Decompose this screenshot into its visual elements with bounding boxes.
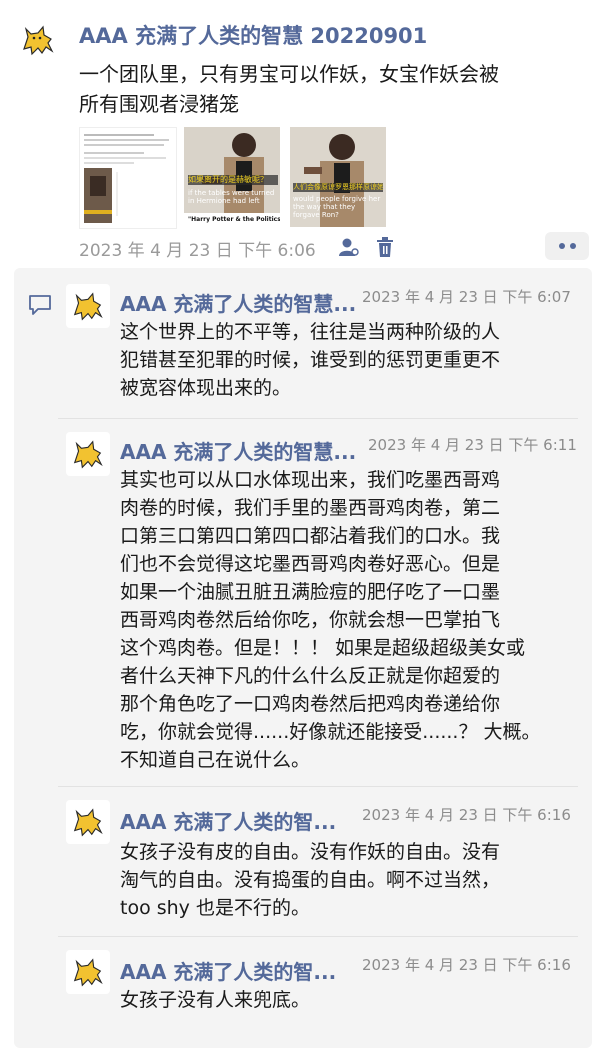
post-author[interactable]: AAA 充满了人类的智慧 20220901 — [79, 20, 427, 50]
post-image-2[interactable]: 如果离开的是赫敏呢？ if the tables were turned in … — [184, 127, 280, 227]
image-3-caption-cn: 人们会像原谅罗恩那样原谅她吗？ — [293, 183, 383, 192]
comment-time: 2023 年 4 月 23 日 下午 6:11 — [368, 436, 577, 454]
comment-author[interactable]: AAA 充满了人类的智慧... — [120, 288, 355, 317]
post-text-line2: 所有围观者浸猪笼 — [79, 92, 239, 116]
comment-line: 们也不会觉得这坨墨西哥鸡肉卷好恶心。但是 — [120, 553, 501, 575]
image-2-caption-cn: 如果离开的是赫敏呢？ — [188, 175, 278, 185]
comment-divider — [58, 418, 578, 419]
post-avatar[interactable] — [16, 18, 60, 62]
comment-line: 其实也可以从口水体现出来，我们吃墨西哥鸡 — [120, 469, 501, 491]
more-dots-icon[interactable] — [545, 232, 589, 260]
comment-line: 吃，你就会觉得......好像就还能接受......？ 大概。 — [120, 721, 541, 743]
comment-author[interactable]: AAA 充满了人类的智... — [120, 956, 355, 985]
article-screenshot-image — [84, 134, 169, 223]
comment-body: 女孩子没有皮的自由。没有作妖的自由。没有 淘气的自由。没有捣蛋的自由。啊不过当然… — [120, 838, 500, 922]
comment-line: 被宽容体现出来的。 — [120, 377, 292, 399]
trash-icon[interactable] — [374, 236, 396, 258]
comment-body: 这个世界上的不平等，往往是当两种阶级的人 犯错甚至犯罪的时候，谁受到的惩罚更重更… — [120, 318, 500, 402]
comment-time: 2023 年 4 月 23 日 下午 6:16 — [362, 806, 571, 824]
image-2-footer: "Harry Potter & the Politics of — [188, 216, 280, 223]
comment-bubble-icon — [28, 294, 52, 316]
comment-line: 肉卷的时候，我们手里的墨西哥鸡肉卷，第二 — [120, 497, 501, 519]
post-timestamp: 2023 年 4 月 23 日 下午 6:06 — [79, 241, 316, 261]
comment-avatar[interactable] — [66, 284, 110, 328]
comment-line: 者什么天神下凡的什么什么反正就是你超爱的 — [120, 665, 501, 687]
comment-author[interactable]: AAA 充满了人类的智慧... — [120, 436, 365, 465]
comment-author[interactable]: AAA 充满了人类的智... — [120, 806, 355, 835]
image-3-caption: would people forgive her the way that th… — [293, 195, 381, 219]
comment-divider — [58, 786, 578, 787]
comment-line: too shy 也是不行的。 — [120, 897, 310, 919]
comment-line: 这个鸡肉卷。但是！！！ 如果是超级超级美女或 — [120, 637, 526, 659]
comment-line: 犯错甚至犯罪的时候，谁受到的惩罚更重更不 — [120, 349, 501, 371]
comment-line: 西哥鸡肉卷然后给你吃，你就会想一巴掌拍飞 — [120, 609, 501, 631]
comment-body: 其实也可以从口水体现出来，我们吃墨西哥鸡 肉卷的时候，我们手里的墨西哥鸡肉卷，第… — [120, 466, 541, 774]
user-mention-icon[interactable] — [338, 236, 360, 258]
comment-line: 如果一个油腻丑脏丑满脸痘的肥仔吃了一口墨 — [120, 581, 501, 603]
post-text-line1: 一个团队里，只有男宝可以作妖，女宝作妖会被 — [79, 62, 499, 86]
comment-line: 这个世界上的不平等，往往是当两种阶级的人 — [120, 321, 501, 343]
comment-line: 那个角色吃了一口鸡肉卷然后把鸡肉卷递给你 — [120, 693, 501, 715]
comment-time: 2023 年 4 月 23 日 下午 6:16 — [362, 956, 571, 974]
post-image-3[interactable]: 人们会像原谅罗恩那样原谅她吗？ would people forgive her… — [290, 127, 386, 227]
post-image-1[interactable] — [79, 127, 177, 229]
comment-line: 女孩子没有人来兜底。 — [120, 989, 311, 1011]
comment-body: 女孩子没有人来兜底。 — [120, 986, 310, 1014]
comment-line: 不知道自己在说什么。 — [120, 749, 311, 771]
comment-line: 淘气的自由。没有捣蛋的自由。啊不过当然， — [120, 869, 501, 891]
image-2-caption: if the tables were turned in Hermione ha… — [188, 189, 275, 205]
comment-time: 2023 年 4 月 23 日 下午 6:07 — [362, 288, 571, 306]
comment-line: 女孩子没有皮的自由。没有作妖的自由。没有 — [120, 841, 501, 863]
comment-divider — [58, 936, 578, 937]
comment-avatar[interactable] — [66, 432, 110, 476]
comment-avatar[interactable] — [66, 800, 110, 844]
comment-line: 口第三口第四口第四口都沾着我们的口水。我 — [120, 525, 501, 547]
comment-avatar[interactable] — [66, 950, 110, 994]
cat-avatar-icon — [23, 25, 54, 56]
